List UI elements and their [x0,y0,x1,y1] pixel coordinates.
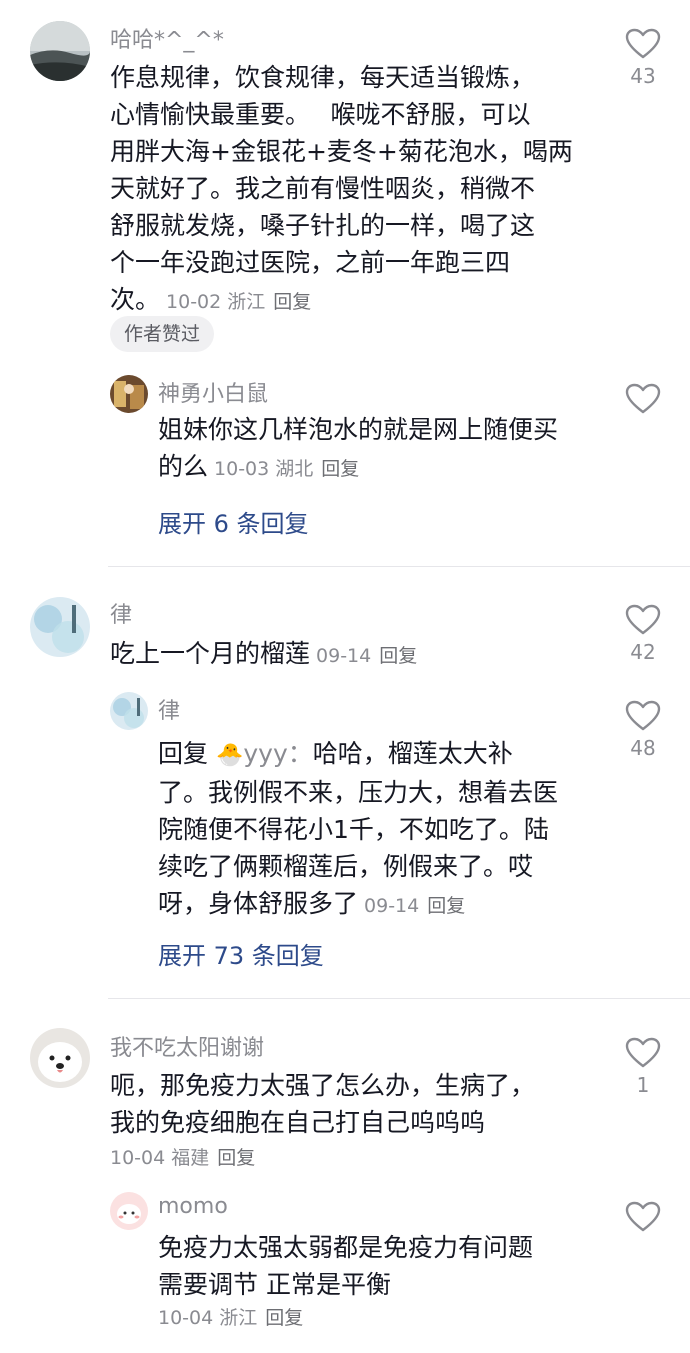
avatar[interactable] [110,1192,148,1230]
comment-meta: 10-04 福建 回复 [110,1143,255,1170]
expand-replies-link[interactable]: 展开 73 条回复 [158,936,324,971]
reply-date: 09-14 [364,895,420,917]
like-button[interactable]: 42 [613,604,673,664]
like-button[interactable] [613,383,673,415]
avatar[interactable] [110,692,148,730]
reply-prefix: 回复 [158,739,209,768]
comment-text-line: 作息规律，饮食规律，每天适当锻炼， [110,63,536,92]
comment-location: 福建 [171,1147,210,1169]
comment-meta: 09-14 回复 [316,645,417,667]
reply-text: 免疫力太强太弱都是免疫力有问题 需要调节 正常是平衡 [158,1229,598,1303]
reply-button[interactable]: 回复 [217,1147,255,1169]
author-liked-badge: 作者赞过 [110,316,215,352]
reply-meta: 09-14 回复 [364,895,465,917]
reply-text-tail: 呀，身体舒服多了 [158,889,359,918]
comment-text: 作息规律，饮食规律，每天适当锻炼， 心情愉快最重要。 喉咙不舒服，可以 用胖大海… [110,59,590,321]
avatar[interactable] [30,597,90,657]
heart-outline-icon [625,604,661,635]
comment-text: 呃，那免疫力太强了怎么办，生病了， 我的免疫细胞在自己打自己呜呜呜 [110,1067,590,1141]
reply-date: 10-04 [158,1307,214,1329]
divider [108,998,690,999]
like-button[interactable] [613,1201,673,1233]
comment-date: 10-04 [110,1147,166,1169]
comment-text: 吃上一个月的榴莲 09-14 回复 [110,635,590,675]
heart-outline-icon [625,28,661,59]
reply-text-line-start: 哈哈，榴莲太大补 [312,739,513,768]
avatar[interactable] [30,21,90,81]
comment-location: 浙江 [227,291,266,313]
reply-text-line: 续吃了俩颗榴莲后，例假来了。哎 [158,852,534,881]
reply-text-line: 了。我例假不来，压力大，想着去医 [158,778,559,807]
heart-outline-icon [625,1037,661,1068]
reply-button[interactable]: 回复 [265,1307,303,1329]
reply-username[interactable]: momo [158,1194,228,1219]
comment-date: 10-02 [166,291,222,313]
heart-outline-icon [625,700,661,731]
reply-username[interactable]: 律 [158,693,180,725]
comment-date: 09-14 [316,645,372,667]
reply-button[interactable]: 回复 [427,895,465,917]
reply-button[interactable]: 回复 [273,291,311,313]
like-button[interactable]: 1 [613,1037,673,1097]
reply-location: 浙江 [219,1307,258,1329]
comment-text-line: 舒服就发烧，嗓子针扎的一样，喝了这 [110,211,536,240]
comment-text-line: 心情愉快最重要。 喉咙不舒服，可以 [110,100,531,129]
reply-text-line: 姐妹你这几样泡水的就是网上随便买 [158,415,559,444]
reply-username[interactable]: 神勇小白鼠 [158,376,268,408]
reply-meta: 10-04 浙江 回复 [158,1303,303,1330]
like-count: 1 [636,1073,650,1097]
avatar[interactable] [110,375,148,413]
avatar[interactable] [30,1028,90,1088]
comment-text-line: 天就好了。我之前有慢性咽炎，稍微不 [110,174,536,203]
reply-text-line: 的么 10-03 湖北 回复 [158,448,598,488]
comment-text-line: 呃，那免疫力太强了怎么办，生病了， [110,1071,536,1100]
reply-text-line: 免疫力太强太弱都是免疫力有问题 [158,1233,534,1262]
reply-text-line: 呀，身体舒服多了 09-14 回复 [158,885,598,925]
heart-outline-icon [625,383,661,414]
comment-text-tail: 吃上一个月的榴莲 [110,639,311,668]
reply-text-line: 回复 🐣yyy：哈哈，榴莲太大补 [158,735,598,774]
reply-location: 湖北 [275,458,314,480]
reply-button[interactable]: 回复 [321,458,359,480]
reply-meta: 10-03 湖北 回复 [214,458,359,480]
comment-text-line: 我的免疫细胞在自己打自己呜呜呜 [110,1108,486,1137]
comment-username[interactable]: 我不吃太阳谢谢 [110,1030,264,1062]
comment-username[interactable]: 哈哈*^_^* [110,22,224,54]
expand-replies-link[interactable]: 展开 6 条回复 [158,504,309,539]
reply-text-line: 院随便不得花小1千，不如吃了。陆 [158,815,549,844]
like-count: 42 [630,640,656,664]
divider [108,566,690,567]
mention-avatar-icon: 🐣 [215,743,244,768]
comment-text-line: 用胖大海+金银花+麦冬+菊花泡水，喝两 [110,137,573,166]
like-button[interactable]: 43 [613,28,673,88]
like-count: 48 [630,736,656,760]
comment-text-line: 吃上一个月的榴莲 09-14 回复 [110,635,590,675]
mention-name[interactable]: yyy： [243,739,312,768]
comment-text-tail: 次。 [110,285,161,314]
reply-date: 10-03 [214,458,270,480]
comment-username[interactable]: 律 [110,597,132,629]
reply-text-line: 需要调节 正常是平衡 [158,1270,391,1299]
like-button[interactable]: 48 [613,700,673,760]
like-count: 43 [630,64,656,88]
reply-text-tail: 的么 [158,452,209,481]
comment-text-line: 个一年没跑过医院，之前一年跑三四 [110,248,511,277]
heart-outline-icon [625,1201,661,1232]
comment-meta: 10-02 浙江 回复 [166,291,311,313]
reply-button[interactable]: 回复 [379,645,417,667]
comment-text-line: 次。 10-02 浙江 回复 [110,281,590,321]
reply-text: 回复 🐣yyy：哈哈，榴莲太大补 了。我例假不来，压力大，想着去医 院随便不得花… [158,735,598,925]
reply-text: 姐妹你这几样泡水的就是网上随便买 的么 10-03 湖北 回复 [158,411,598,488]
